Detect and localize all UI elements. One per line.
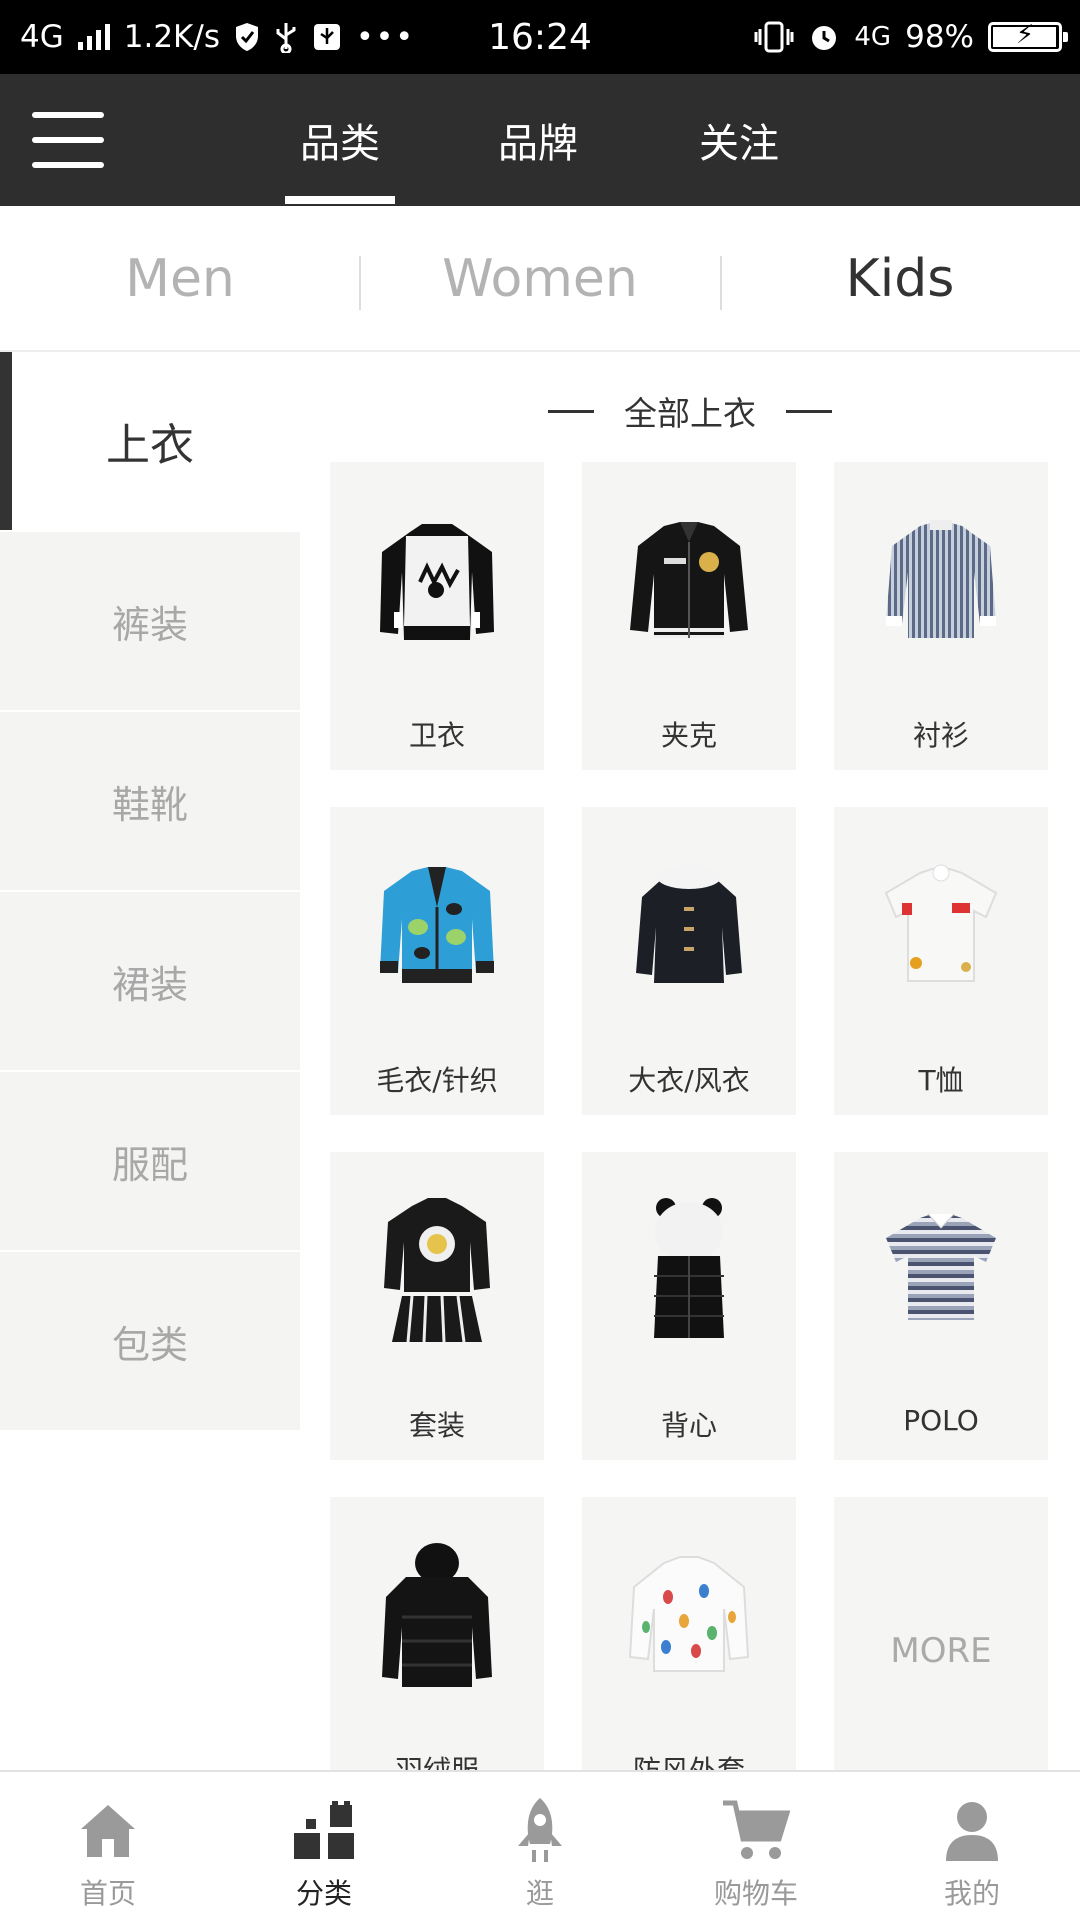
section-title-text: 全部上衣	[624, 394, 756, 433]
battery-percent: 98%	[905, 19, 974, 55]
category-label: 卫衣	[408, 719, 465, 752]
sweatshirt-icon	[330, 462, 544, 702]
category-card-cardigan[interactable]: 毛衣/针织	[330, 807, 544, 1115]
sidebar-item-tops[interactable]: 上衣	[0, 352, 300, 532]
nav-label: 逛	[525, 1877, 554, 1910]
sidebar-item-shoes[interactable]: 鞋靴	[0, 712, 300, 892]
more-label: MORE	[890, 1631, 992, 1671]
section-title: 全部上衣	[330, 385, 1050, 437]
nav-label: 购物车	[713, 1877, 798, 1910]
category-label: 毛衣/针织	[376, 1064, 498, 1097]
tab-category[interactable]: 品类	[285, 74, 395, 206]
category-card-vest[interactable]: 背心	[582, 1152, 796, 1460]
category-card-jacket[interactable]: 夹克	[582, 462, 796, 770]
category-label: 衬衫	[912, 719, 969, 752]
down-jacket-icon	[330, 1497, 544, 1737]
category-card-polo[interactable]: POLO	[834, 1152, 1048, 1460]
windbreaker-icon	[582, 1497, 796, 1737]
nav-home[interactable]: 首页	[0, 1772, 216, 1920]
vibrate-icon	[754, 21, 794, 53]
user-icon	[937, 1796, 1007, 1866]
rocket-icon	[505, 1796, 575, 1866]
network-type-right: 4G	[854, 22, 892, 52]
sidebar-item-accessories[interactable]: 服配	[0, 1072, 300, 1252]
sidebar-item-skirts[interactable]: 裙装	[0, 892, 300, 1072]
status-right: 4G 98% ⚡	[754, 0, 1068, 74]
nav-label: 我的	[943, 1877, 1000, 1910]
polo-icon	[834, 1152, 1048, 1392]
category-label: 夹克	[660, 719, 717, 752]
alarm-icon	[812, 26, 837, 50]
title-dash	[548, 409, 594, 413]
shirt-icon	[834, 462, 1048, 702]
jacket-icon	[582, 462, 796, 702]
cart-icon	[721, 1796, 791, 1866]
battery-icon: ⚡	[988, 20, 1068, 52]
sidebar-item-bags[interactable]: 包类	[0, 1252, 300, 1432]
tshirt-icon	[834, 807, 1048, 1047]
title-dash	[786, 409, 832, 413]
category-card-sweatshirt[interactable]: 卫衣	[330, 462, 544, 770]
tab-follow[interactable]: 关注	[684, 74, 794, 206]
gender-tabs: Men Women Kids	[0, 206, 1080, 352]
nav-label: 首页	[79, 1877, 136, 1910]
vest-icon	[582, 1152, 796, 1392]
category-card-down-jacket[interactable]: 羽绒服	[330, 1497, 544, 1805]
category-sidebar: 上衣 裤装 鞋靴 裙装 服配 包类	[0, 352, 300, 1432]
category-label: 套装	[408, 1409, 465, 1442]
nav-category[interactable]: 分类	[216, 1772, 432, 1920]
nav-cart[interactable]: 购物车	[648, 1772, 864, 1920]
bottom-nav: 首页 分类 逛 购物车 我的	[0, 1770, 1080, 1920]
nav-browse[interactable]: 逛	[432, 1772, 648, 1920]
status-bar: 4G 1.2K/s ••• 16:24 4G 98% ⚡	[0, 0, 1080, 74]
category-icon	[289, 1796, 359, 1866]
charging-icon: ⚡	[1015, 20, 1035, 50]
home-icon	[73, 1796, 143, 1866]
nav-profile[interactable]: 我的	[864, 1772, 1080, 1920]
category-card-coat[interactable]: 大衣/风衣	[582, 807, 796, 1115]
category-card-outfit-set[interactable]: 套装	[330, 1152, 544, 1460]
coat-icon	[582, 807, 796, 1047]
category-card-tshirt[interactable]: T恤	[834, 807, 1048, 1115]
category-card-shirt[interactable]: 衬衫	[834, 462, 1048, 770]
sidebar-item-pants[interactable]: 裤装	[0, 532, 300, 712]
gender-tab-men[interactable]: Men	[0, 206, 360, 352]
category-label: 背心	[660, 1409, 717, 1442]
gender-tab-kids[interactable]: Kids	[720, 206, 1080, 352]
category-card-windbreaker[interactable]: 防风外套	[582, 1497, 796, 1805]
category-label: 大衣/风衣	[628, 1064, 750, 1097]
outfit-set-icon	[330, 1152, 544, 1392]
tab-brand[interactable]: 品牌	[483, 74, 593, 206]
gender-tab-women[interactable]: Women	[360, 206, 720, 352]
top-header: 品类 品牌 关注	[0, 74, 1080, 206]
more-button[interactable]: MORE	[834, 1497, 1048, 1805]
app-screen: 4G 1.2K/s ••• 16:24 4G 98% ⚡ 品类 品牌 关注 Me…	[0, 0, 1080, 1920]
hamburger-menu-icon[interactable]	[32, 112, 104, 168]
category-label: POLO	[903, 1404, 979, 1437]
category-label: T恤	[918, 1064, 964, 1097]
cardigan-icon	[330, 807, 544, 1047]
nav-label: 分类	[295, 1877, 352, 1910]
